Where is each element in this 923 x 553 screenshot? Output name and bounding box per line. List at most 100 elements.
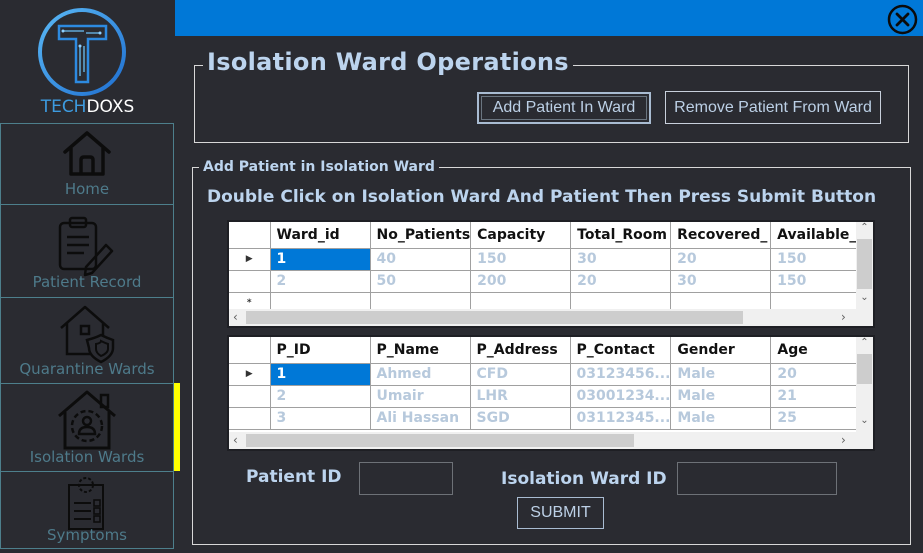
table-cell[interactable]: 03001234... xyxy=(569,384,672,408)
remove-patient-from-ward-button[interactable]: Remove Patient From Ward xyxy=(665,91,881,124)
scroll-left-icon[interactable]: ‹ xyxy=(233,309,238,326)
table-cell[interactable]: CFD xyxy=(469,362,571,386)
house-person-icon xyxy=(58,390,116,450)
submit-button[interactable]: SUBMIT xyxy=(517,497,604,529)
column-header[interactable]: Gender xyxy=(670,337,772,364)
scroll-right-icon[interactable]: › xyxy=(841,309,846,326)
column-header[interactable]: P_Address xyxy=(469,337,571,364)
sidebar-item-symptoms[interactable]: Symptoms xyxy=(0,471,174,548)
patient-table: P_ID P_Name P_Address P_Contact Gender A… xyxy=(229,337,872,430)
ward-table: Ward_id No_Patients Capacity Total_Room … xyxy=(229,222,872,315)
sidebar: TECHDOXS Home Patient Record Quarantine … xyxy=(0,0,175,553)
ward-grid[interactable]: Ward_id No_Patients Capacity Total_Room … xyxy=(227,220,875,328)
app-window: TECHDOXS Home Patient Record Quarantine … xyxy=(0,0,923,553)
scroll-down-icon[interactable]: ⌄ xyxy=(856,292,873,303)
isolation-ward-id-input[interactable] xyxy=(677,462,837,495)
scrollbar-thumb[interactable] xyxy=(857,354,872,384)
table-cell[interactable]: 20 xyxy=(670,247,772,271)
row-header xyxy=(229,406,271,430)
scroll-up-icon[interactable]: ⌃ xyxy=(856,222,873,233)
table-cell[interactable]: 3 xyxy=(269,406,371,430)
active-nav-indicator xyxy=(174,383,180,471)
column-header[interactable]: Total_Room xyxy=(570,222,672,249)
vertical-scrollbar[interactable]: ⌃ ⌄ xyxy=(856,337,873,432)
house-shield-icon xyxy=(60,305,115,364)
scroll-left-icon[interactable]: ‹ xyxy=(233,432,238,449)
table-cell[interactable]: Male xyxy=(670,406,772,430)
table-cell[interactable]: 20 xyxy=(570,269,672,293)
table-cell[interactable]: SGD xyxy=(469,406,571,430)
row-header xyxy=(229,384,271,408)
table-cell[interactable]: 50 xyxy=(369,269,472,293)
column-header[interactable]: P_Name xyxy=(369,337,471,364)
sidebar-item-home[interactable]: Home xyxy=(0,123,174,204)
sidebar-item-quarantine-wards[interactable]: Quarantine Wards xyxy=(0,297,174,383)
patient-id-input[interactable] xyxy=(359,462,453,495)
table-cell[interactable]: Umair xyxy=(369,384,471,408)
techdoxs-logo-icon xyxy=(38,8,126,96)
vertical-scrollbar[interactable]: ⌃ ⌄ xyxy=(856,222,873,309)
table-cell[interactable]: Ali Hassan xyxy=(369,406,471,430)
scrollbar-thumb[interactable] xyxy=(246,311,743,324)
instruction-text: Double Click on Isolation Ward And Patie… xyxy=(207,187,877,207)
sidebar-item-isolation-wards[interactable]: Isolation Wards xyxy=(0,383,174,471)
patient-grid[interactable]: P_ID P_Name P_Address P_Contact Gender A… xyxy=(227,335,875,451)
scrollbar-thumb[interactable] xyxy=(857,239,872,289)
table-cell[interactable]: 2 xyxy=(269,269,371,293)
page-title: Isolation Ward Operations xyxy=(203,48,573,76)
table-cell[interactable]: 150 xyxy=(470,247,572,271)
table-row[interactable]: 3 Ali Hassan SGD 03112345... Male 25 xyxy=(229,406,872,430)
sidebar-item-label: Symptoms xyxy=(46,526,128,544)
sidebar-item-label: Isolation Wards xyxy=(29,448,145,466)
isolation-ward-id-label: Isolation Ward ID xyxy=(501,469,667,489)
add-patient-in-ward-button[interactable]: Add Patient In Ward xyxy=(477,92,651,124)
column-header[interactable]: Capacity xyxy=(470,222,572,249)
table-row[interactable]: 2 Umair LHR 03001234... Male 21 xyxy=(229,384,872,408)
scrollbar-thumb[interactable] xyxy=(246,434,634,447)
table-cell[interactable]: 30 xyxy=(570,247,672,271)
table-cell[interactable]: 40 xyxy=(369,247,472,271)
sidebar-item-label: Quarantine Wards xyxy=(19,360,155,378)
table-cell[interactable]: Ahmed xyxy=(369,362,471,386)
table-cell[interactable]: 200 xyxy=(470,269,572,293)
table-cell[interactable]: 30 xyxy=(670,269,772,293)
scroll-down-icon[interactable]: ⌄ xyxy=(856,415,873,426)
row-header xyxy=(229,269,271,293)
table-cell[interactable]: 1 xyxy=(269,247,371,271)
table-cell[interactable]: 1 xyxy=(269,362,371,386)
column-header[interactable]: P_Contact xyxy=(569,337,672,364)
column-header[interactable]: No_Patients xyxy=(369,222,472,249)
section-title: Add Patient in Isolation Ward xyxy=(199,159,439,175)
patient-id-label: Patient ID xyxy=(246,467,342,487)
table-cell[interactable]: Male xyxy=(670,362,772,386)
scroll-up-icon[interactable]: ⌃ xyxy=(856,337,873,348)
table-row[interactable]: ▶ 1 Ahmed CFD 03123456... Male 20 xyxy=(229,362,872,386)
sidebar-divider xyxy=(0,548,174,549)
column-header[interactable]: P_ID xyxy=(269,337,371,364)
column-header[interactable]: Recovered_ xyxy=(670,222,772,249)
sidebar-item-patient-record[interactable]: Patient Record xyxy=(0,204,174,297)
table-cell[interactable]: Male xyxy=(670,384,772,408)
sidebar-item-label: Patient Record xyxy=(32,273,142,291)
current-row-marker-icon: ▶ xyxy=(229,247,271,271)
horizontal-scrollbar[interactable]: ‹ › xyxy=(229,432,873,449)
clipboard-pencil-icon xyxy=(58,216,114,277)
current-row-marker-icon: ▶ xyxy=(229,362,271,386)
title-bar xyxy=(175,0,923,36)
sidebar-item-label: Home xyxy=(64,180,110,198)
table-row[interactable]: ▶ 1 40 150 30 20 150 xyxy=(229,247,872,271)
table-cell[interactable]: LHR xyxy=(469,384,571,408)
column-header[interactable]: Ward_id xyxy=(269,222,371,249)
table-cell[interactable]: 03112345... xyxy=(569,406,672,430)
close-icon[interactable] xyxy=(887,4,918,35)
row-header-corner xyxy=(229,337,271,364)
row-header-corner xyxy=(229,222,271,249)
scroll-right-icon[interactable]: › xyxy=(841,432,846,449)
horizontal-scrollbar[interactable]: ‹ › xyxy=(229,309,873,326)
table-row[interactable]: 2 50 200 20 30 150 xyxy=(229,269,872,293)
table-cell[interactable]: 03123456... xyxy=(569,362,672,386)
checklist-gear-icon xyxy=(68,477,104,530)
brand-name: TECHDOXS xyxy=(40,97,135,117)
table-cell[interactable]: 2 xyxy=(269,384,371,408)
home-icon xyxy=(63,131,111,176)
